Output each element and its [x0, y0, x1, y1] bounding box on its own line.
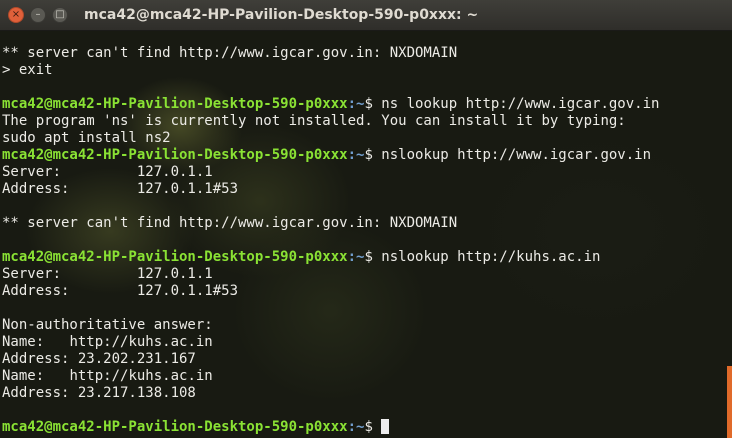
output-line: Address: 127.0.1.1#53: [2, 283, 239, 299]
output-line: Address: 23.202.231.167: [2, 351, 196, 367]
output-line: The program 'ns' is currently not instal…: [2, 113, 626, 129]
prompt-symbol: $: [364, 147, 382, 163]
minimize-button[interactable]: –: [30, 7, 46, 23]
output-line: Server: 127.0.1.1: [2, 164, 213, 180]
output-line: Non-authoritative answer:: [2, 317, 213, 333]
prompt-user-host: mca42@mca42-HP-Pavilion-Desktop-590-p0xx…: [2, 419, 348, 435]
output-line: Name: http://kuhs.ac.in: [2, 368, 213, 384]
terminal-output[interactable]: ** server can't find http://www.igcar.go…: [0, 31, 732, 438]
prompt-line: mca42@mca42-HP-Pavilion-Desktop-590-p0xx…: [2, 419, 659, 436]
prompt-path: :~: [347, 96, 365, 112]
prompt-line: mca42@mca42-HP-Pavilion-Desktop-590-p0xx…: [2, 96, 659, 113]
output-line: ** server can't find http://www.igcar.go…: [2, 45, 458, 61]
prompt-symbol: $: [364, 419, 382, 435]
window-title: mca42@mca42-HP-Pavilion-Desktop-590-p0xx…: [84, 7, 479, 23]
terminal-lines: ** server can't find http://www.igcar.go…: [2, 45, 659, 436]
prompt-path: :~: [347, 419, 365, 435]
output-line: Address: 127.0.1.1#53: [2, 181, 239, 197]
scrollbar-indicator[interactable]: [727, 366, 732, 438]
output-line: sudo apt install ns2: [2, 130, 171, 146]
output-line: Address: 23.217.138.108: [2, 385, 196, 401]
maximize-button[interactable]: □: [52, 7, 68, 23]
output-line: > exit: [2, 62, 53, 78]
command-text: ns lookup http://www.igcar.gov.in: [381, 96, 660, 112]
output-line: Name: http://kuhs.ac.in: [2, 334, 213, 350]
close-button[interactable]: ×: [8, 7, 24, 23]
prompt-symbol: $: [364, 249, 382, 265]
title-bar[interactable]: × – □ mca42@mca42-HP-Pavilion-Desktop-59…: [0, 0, 732, 31]
terminal-window: × – □ mca42@mca42-HP-Pavilion-Desktop-59…: [0, 0, 732, 438]
command-text: nslookup http://www.igcar.gov.in: [381, 147, 652, 163]
prompt-symbol: $: [364, 96, 382, 112]
prompt-path: :~: [347, 249, 365, 265]
command-text: nslookup http://kuhs.ac.in: [381, 249, 601, 265]
output-line: Server: 127.0.1.1: [2, 266, 213, 282]
output-line: ** server can't find http://www.igcar.go…: [2, 215, 458, 231]
text-cursor[interactable]: [381, 419, 390, 434]
prompt-user-host: mca42@mca42-HP-Pavilion-Desktop-590-p0xx…: [2, 249, 348, 265]
prompt-line: mca42@mca42-HP-Pavilion-Desktop-590-p0xx…: [2, 147, 659, 164]
prompt-line: mca42@mca42-HP-Pavilion-Desktop-590-p0xx…: [2, 249, 659, 266]
prompt-user-host: mca42@mca42-HP-Pavilion-Desktop-590-p0xx…: [2, 96, 348, 112]
window-controls: × – □: [8, 7, 68, 23]
prompt-user-host: mca42@mca42-HP-Pavilion-Desktop-590-p0xx…: [2, 147, 348, 163]
prompt-path: :~: [347, 147, 365, 163]
